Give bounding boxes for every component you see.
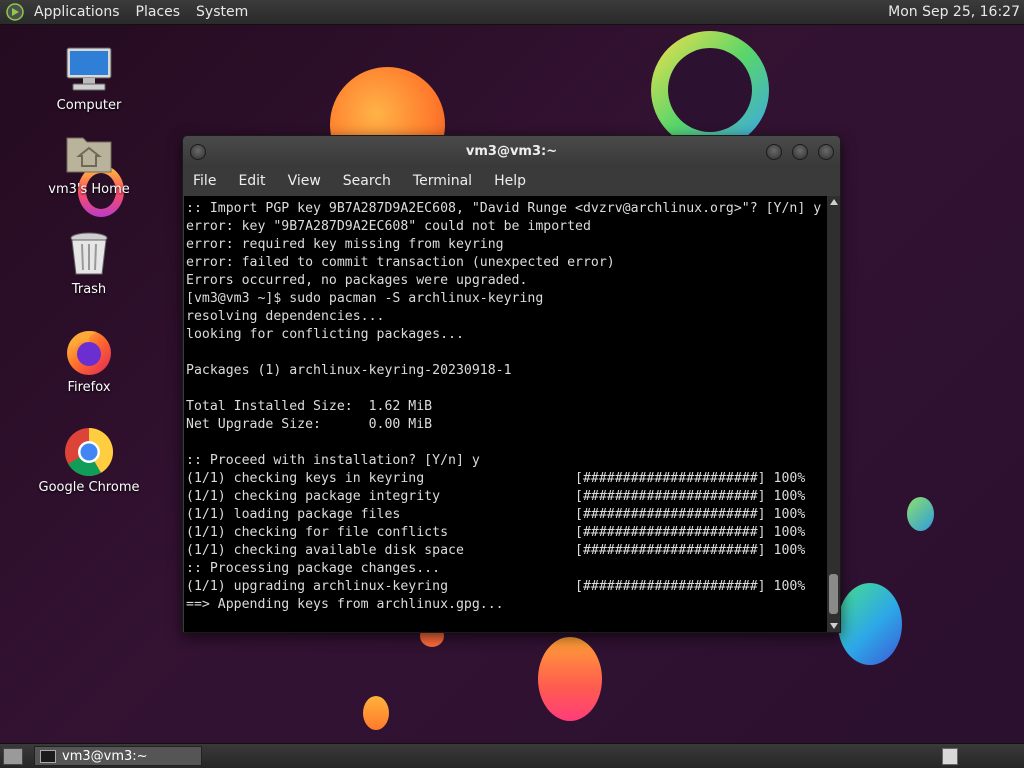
menu-view[interactable]: View: [278, 173, 333, 189]
window-title: vm3@vm3:~: [465, 144, 558, 159]
desktop-icon-firefox[interactable]: Firefox: [34, 326, 144, 395]
wallpaper-blue-orb: [838, 583, 902, 665]
taskbar-item-label: vm3@vm3:~: [62, 749, 148, 764]
top-panel: Applications Places System Mon Sep 25, 1…: [0, 0, 1024, 25]
workspace-switcher[interactable]: [942, 748, 958, 765]
chrome-icon: [65, 428, 113, 477]
close-button[interactable]: [818, 144, 834, 160]
wallpaper-ring: [651, 31, 769, 149]
scroll-down-arrow-icon[interactable]: [830, 623, 838, 629]
mate-logo-icon[interactable]: [6, 3, 24, 21]
desktop-icon-label: Google Chrome: [38, 480, 140, 495]
terminal-scrollbar[interactable]: [827, 196, 840, 632]
wallpaper-small-blue-orb: [907, 497, 934, 531]
computer-icon: [66, 47, 112, 91]
desktop-icon-chrome[interactable]: Google Chrome: [34, 426, 144, 495]
desktop-icon-computer[interactable]: Computer: [34, 44, 144, 113]
terminal-output[interactable]: :: Import PGP key 9B7A287D9A2EC608, "Dav…: [184, 196, 827, 632]
terminal-line: :: Import PGP key 9B7A287D9A2EC608, "Dav…: [186, 201, 822, 216]
terminal-line: (1/1) loading package files [###########…: [186, 507, 806, 522]
desktop-icon-home[interactable]: vm3's Home: [34, 128, 144, 197]
scrollbar-thumb[interactable]: [829, 574, 838, 614]
trash-icon: [70, 232, 108, 275]
terminal-line: resolving dependencies...: [186, 309, 385, 324]
terminal-line: :: Processing package changes...: [186, 561, 441, 576]
desktop-icon-label: Firefox: [67, 380, 111, 395]
terminal-line: looking for conflicting packages...: [186, 327, 464, 342]
firefox-icon: [67, 331, 111, 375]
bottom-panel: vm3@vm3:~: [0, 743, 1024, 768]
terminal-line: error: required key missing from keyring: [186, 237, 504, 252]
places-menu[interactable]: Places: [128, 0, 189, 25]
terminal-line: Total Installed Size: 1.62 MiB: [186, 399, 433, 414]
minimize-button[interactable]: [766, 144, 782, 160]
terminal-line: (1/1) checking package integrity [######…: [186, 489, 806, 504]
desktop-icon-trash[interactable]: Trash: [34, 228, 144, 297]
window-titlebar[interactable]: vm3@vm3:~: [183, 136, 840, 168]
terminal-line: error: key "9B7A287D9A2EC608" could not …: [186, 219, 591, 234]
wallpaper-bottom-orb: [538, 637, 602, 721]
terminal-window[interactable]: vm3@vm3:~ File Edit View Search Terminal…: [182, 135, 841, 633]
system-menu[interactable]: System: [188, 0, 256, 25]
taskbar-item-terminal[interactable]: vm3@vm3:~: [34, 746, 202, 766]
maximize-button[interactable]: [792, 144, 808, 160]
terminal-line: Errors occurred, no packages were upgrad…: [186, 273, 528, 288]
terminal-line: ==> Appending keys from archlinux.gpg...: [186, 597, 504, 612]
terminal-line: :: Proceed with installation? [Y/n] y: [186, 453, 480, 468]
window-menu-button[interactable]: [190, 144, 206, 160]
terminal-line: Net Upgrade Size: 0.00 MiB: [186, 417, 433, 432]
terminal-line: [vm3@vm3 ~]$ sudo pacman -S archlinux-ke…: [186, 291, 544, 306]
home-folder-icon: [66, 137, 112, 173]
desktop-icon-label: Trash: [71, 282, 107, 297]
applications-menu[interactable]: Applications: [26, 0, 128, 25]
menu-help[interactable]: Help: [484, 173, 538, 189]
terminal-menubar: File Edit View Search Terminal Help: [183, 168, 840, 194]
scroll-up-arrow-icon[interactable]: [830, 199, 838, 205]
terminal-line: (1/1) checking for file conflicts [#####…: [186, 525, 806, 540]
terminal-line: (1/1) checking available disk space [###…: [186, 543, 806, 558]
menu-edit[interactable]: Edit: [228, 173, 277, 189]
terminal-line: error: failed to commit transaction (une…: [186, 255, 615, 270]
terminal-line: (1/1) checking keys in keyring [########…: [186, 471, 806, 486]
menu-file[interactable]: File: [183, 173, 228, 189]
menu-terminal[interactable]: Terminal: [403, 173, 484, 189]
terminal-line: Packages (1) archlinux-keyring-20230918-…: [186, 363, 512, 378]
wallpaper-tiny-orb: [363, 696, 389, 730]
desktop-icon-label: vm3's Home: [48, 182, 130, 197]
terminal-icon: [40, 750, 56, 763]
show-desktop-icon[interactable]: [3, 748, 23, 765]
desktop-icon-label: Computer: [56, 98, 122, 113]
terminal-line: (1/1) upgrading archlinux-keyring [#####…: [186, 579, 806, 594]
menu-search[interactable]: Search: [333, 173, 403, 189]
clock[interactable]: Mon Sep 25, 16:27: [888, 0, 1020, 25]
